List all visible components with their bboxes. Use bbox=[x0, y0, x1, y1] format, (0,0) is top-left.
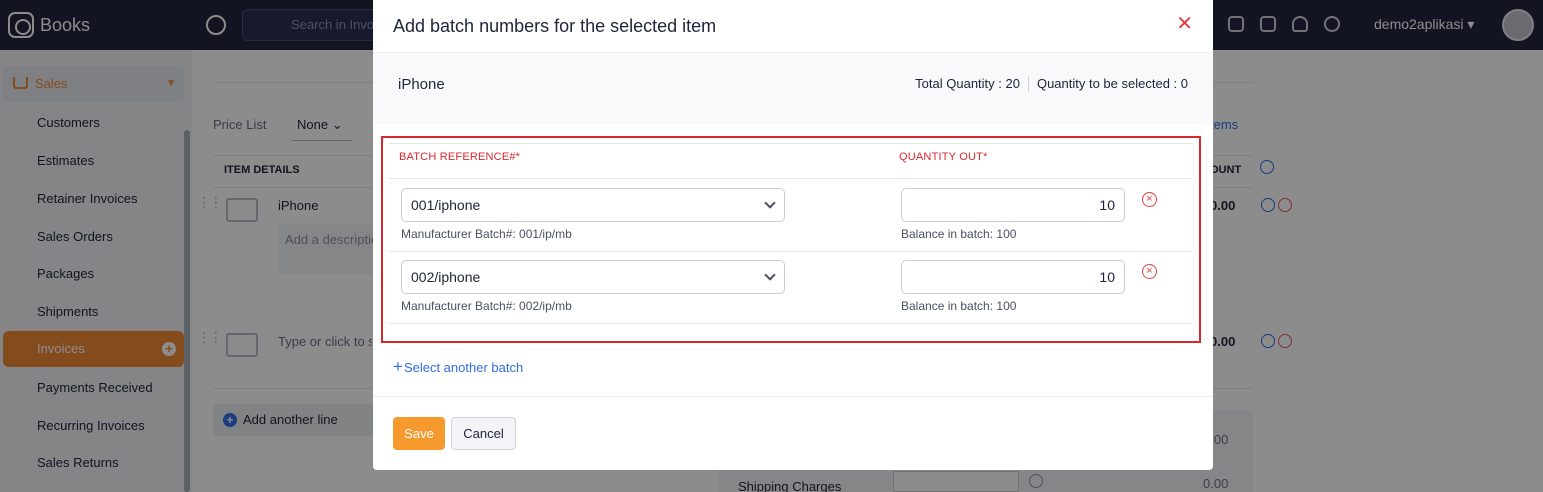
batch-reference-value: 002/iphone bbox=[411, 269, 481, 285]
selected-item-name: iPhone bbox=[398, 76, 445, 93]
divider bbox=[389, 251, 1193, 252]
select-another-batch-label: Select another batch bbox=[403, 360, 524, 375]
chevron-down-icon bbox=[764, 269, 776, 281]
plus-icon: + bbox=[393, 357, 403, 376]
divider bbox=[389, 178, 1193, 179]
quantity-out-input[interactable]: 10 bbox=[901, 260, 1125, 294]
batch-reference-select[interactable]: 001/iphone bbox=[401, 188, 785, 222]
divider bbox=[1027, 76, 1029, 92]
divider bbox=[373, 396, 1213, 397]
quantity-out-header: QUANTITY OUT* bbox=[899, 151, 988, 163]
remove-batch-icon[interactable]: × bbox=[1142, 192, 1157, 207]
batch-balance-note: Balance in batch: 100 bbox=[901, 227, 1017, 241]
dialog-title: Add batch numbers for the selected item bbox=[393, 16, 717, 36]
quantity-summary: Total Quantity : 20 Quantity to be selec… bbox=[915, 76, 1188, 92]
batch-reference-header: BATCH REFERENCE#* bbox=[399, 151, 521, 163]
quantity-to-be-selected: Quantity to be selected : 0 bbox=[1036, 76, 1188, 91]
chevron-down-icon bbox=[764, 197, 776, 209]
batch-reference-value: 001/iphone bbox=[411, 197, 481, 213]
quantity-out-input[interactable]: 10 bbox=[901, 188, 1125, 222]
close-icon[interactable]: ✕ bbox=[1176, 14, 1193, 34]
batch-balance-note: Balance in batch: 100 bbox=[901, 299, 1017, 313]
batch-reference-select[interactable]: 002/iphone bbox=[401, 260, 785, 294]
select-another-batch-link[interactable]: +Select another batch bbox=[393, 357, 523, 377]
total-quantity: Total Quantity : 20 bbox=[915, 76, 1020, 91]
dialog-header: Add batch numbers for the selected item … bbox=[373, 0, 1213, 53]
divider bbox=[389, 143, 1193, 144]
manufacturer-batch-note: Manufacturer Batch#: 002/ip/mb bbox=[401, 299, 572, 313]
divider bbox=[389, 323, 1193, 324]
save-button[interactable]: Save bbox=[393, 417, 445, 450]
remove-batch-icon[interactable]: × bbox=[1142, 264, 1157, 279]
cancel-button[interactable]: Cancel bbox=[451, 417, 516, 450]
manufacturer-batch-note: Manufacturer Batch#: 001/ip/mb bbox=[401, 227, 572, 241]
